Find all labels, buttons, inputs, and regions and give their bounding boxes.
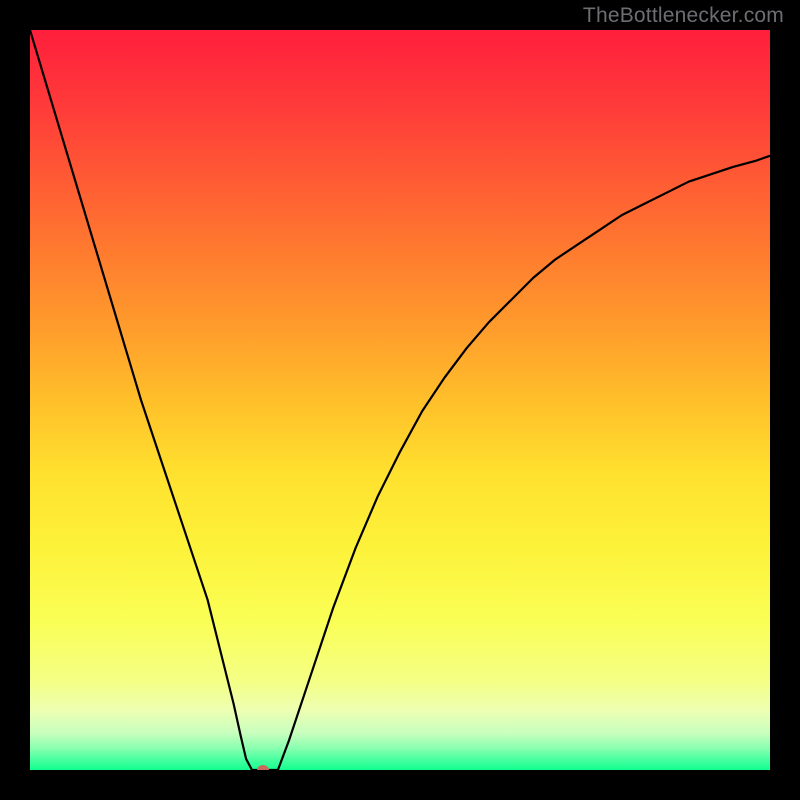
plot-area: [30, 30, 770, 770]
curve-path: [30, 30, 770, 770]
optimum-marker: [257, 765, 269, 770]
bottleneck-curve: [30, 30, 770, 770]
watermark-text: TheBottlenecker.com: [583, 4, 784, 28]
chart-frame: TheBottlenecker.com: [0, 0, 800, 800]
